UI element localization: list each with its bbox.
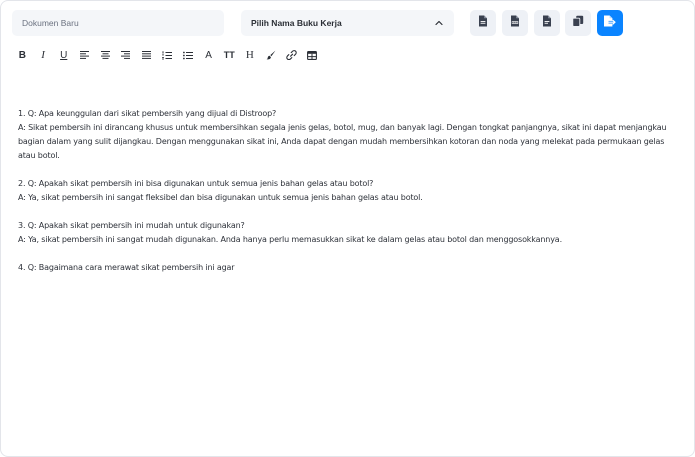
align-left-icon <box>79 51 89 59</box>
ordered-list-icon <box>162 50 173 59</box>
file-pdf-icon <box>510 14 520 32</box>
bullet-list-icon <box>182 51 193 59</box>
formatting-toolbar: B I U A TT H <box>12 46 322 64</box>
font-size-button[interactable]: TT <box>219 46 240 64</box>
paragraph: 2. Q: Apakah sikat pembersih ini bisa di… <box>18 177 673 205</box>
file-icon <box>542 14 552 32</box>
align-center-button[interactable] <box>95 46 116 64</box>
paragraph: 3. Q: Apakah sikat pembersih ini mudah u… <box>18 219 673 247</box>
question-text: 4. Q: Bagaimana cara merawat sikat pembe… <box>18 263 235 272</box>
workbook-select-label: Pilih Nama Buku Kerja <box>251 18 342 28</box>
copy-icon <box>572 14 584 32</box>
insert-table-button[interactable] <box>302 46 323 64</box>
italic-button[interactable]: I <box>33 46 54 64</box>
table-icon <box>307 50 317 60</box>
save-button[interactable] <box>597 10 623 36</box>
link-icon <box>286 50 297 60</box>
align-center-icon <box>100 51 110 59</box>
export-pdf-button[interactable] <box>502 10 528 36</box>
align-right-button[interactable] <box>115 46 136 64</box>
workbook-select[interactable]: Pilih Nama Buku Kerja <box>241 10 454 36</box>
copy-button[interactable] <box>565 10 591 36</box>
bullet-list-button[interactable] <box>178 46 199 64</box>
question-text: 2. Q: Apakah sikat pembersih ini bisa di… <box>18 179 374 188</box>
ordered-list-button[interactable] <box>157 46 178 64</box>
font-color-button[interactable]: A <box>198 46 219 64</box>
document-editor[interactable]: 1. Q: Apa keunggulan dari sikat pembersi… <box>18 107 673 289</box>
export-doc-button[interactable] <box>470 10 496 36</box>
editor-window: Pilih Nama Buku Kerja <box>0 0 695 457</box>
align-left-button[interactable] <box>74 46 95 64</box>
link-button[interactable] <box>281 46 302 64</box>
document-header: Pilih Nama Buku Kerja <box>1 1 694 45</box>
export-file-button[interactable] <box>534 10 560 36</box>
brush-icon <box>265 50 275 60</box>
question-text: 3. Q: Apakah sikat pembersih ini mudah u… <box>18 221 245 230</box>
align-right-icon <box>121 51 131 59</box>
question-text: 1. Q: Apa keunggulan dari sikat pembersi… <box>18 109 277 118</box>
underline-button[interactable]: U <box>53 46 74 64</box>
answer-text: A: Ya, sikat pembersih ini sangat mudah … <box>18 235 562 244</box>
paragraph: 1. Q: Apa keunggulan dari sikat pembersi… <box>18 107 673 163</box>
answer-text: A: Sikat pembersih ini dirancang khusus … <box>18 123 667 160</box>
bold-button[interactable]: B <box>12 46 33 64</box>
align-justify-button[interactable] <box>136 46 157 64</box>
heading-button[interactable]: H <box>240 46 261 64</box>
highlight-button[interactable] <box>260 46 281 64</box>
align-justify-icon <box>141 51 151 59</box>
answer-text: A: Ya, sikat pembersih ini sangat fleksi… <box>18 193 423 202</box>
paragraph: 4. Q: Bagaimana cara merawat sikat pembe… <box>18 261 673 275</box>
file-doc-icon <box>478 14 488 32</box>
chevron-up-icon <box>434 18 444 28</box>
document-title-input[interactable] <box>12 10 224 36</box>
file-arrow-icon <box>603 14 617 32</box>
